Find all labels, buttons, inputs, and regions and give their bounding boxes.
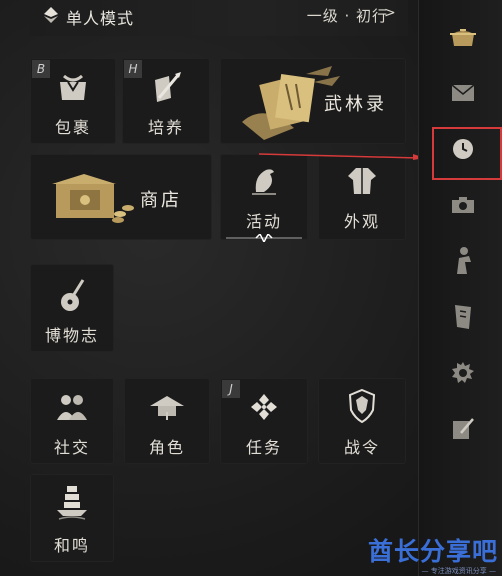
shield-emblem-icon: [348, 388, 376, 424]
edit-note-icon[interactable]: [446, 412, 480, 446]
task-label: 任务: [245, 438, 282, 457]
social-button[interactable]: 社交: [30, 378, 114, 464]
task-button[interactable]: J 任务: [220, 378, 308, 464]
watermark: 酋长分享吧 — 专注游戏资讯分享 —: [358, 532, 502, 576]
wulin-record-label: 武林录: [324, 94, 387, 115]
bag-label: 包裹: [54, 118, 91, 137]
treasure-chest-icon: [52, 174, 134, 223]
package-icon: [60, 74, 86, 100]
cultivate-label: 培养: [147, 118, 184, 137]
battlepass-button[interactable]: 战令: [318, 378, 406, 464]
heming-label: 和鸣: [53, 536, 90, 555]
mode-label[interactable]: 单人模式: [66, 5, 134, 29]
activity-label: 活动: [245, 212, 282, 231]
lute-icon: [61, 279, 85, 311]
hotkey-badge: J: [222, 380, 240, 398]
figure-icon[interactable]: [446, 244, 480, 278]
wulin-record-button[interactable]: 武林录: [220, 58, 406, 144]
ship-icon: [57, 486, 87, 520]
bird-icon: [252, 169, 276, 195]
game-menu-screen: 单人模式 一级 · 初行 > B 包裹 H 培养 武林录 商店 活动 外观 博物…: [0, 0, 502, 576]
character-label: 角色: [148, 438, 185, 457]
selected-glow-indicator: [226, 234, 302, 242]
appearance-label: 外观: [343, 212, 380, 231]
level-label[interactable]: 一级 · 初行: [307, 5, 388, 26]
character-button[interactable]: 角色: [124, 378, 210, 464]
bamboo-hat-icon: [150, 396, 184, 420]
scroll-icon[interactable]: [446, 300, 480, 334]
social-label: 社交: [53, 438, 90, 457]
heming-button[interactable]: 和鸣: [30, 474, 114, 562]
appearance-button[interactable]: 外观: [318, 154, 406, 240]
annotation-arrow: [259, 153, 425, 160]
gear-icon[interactable]: [446, 356, 480, 390]
robe-icon: [348, 168, 376, 194]
people-icon: [57, 395, 87, 420]
highlight-box: [432, 127, 502, 180]
battlepass-label: 战令: [343, 438, 380, 457]
museum-button[interactable]: 博物志: [30, 264, 114, 352]
hotkey-badge: H: [124, 60, 142, 78]
hotkey-badge: B: [32, 60, 50, 78]
shop-label: 商店: [140, 190, 182, 211]
teapot-icon[interactable]: [446, 20, 480, 54]
camera-icon[interactable]: [446, 188, 480, 222]
museum-label: 博物志: [44, 326, 99, 345]
bag-button[interactable]: B 包裹: [30, 58, 116, 144]
watermark-text: 酋长分享吧: [367, 537, 498, 566]
knot-icon: [251, 394, 277, 420]
cultivate-button[interactable]: H 培养: [122, 58, 210, 144]
chevron-right-icon[interactable]: >: [384, 5, 396, 21]
activity-button[interactable]: 活动: [220, 154, 308, 242]
diamond-mode-icon: [44, 7, 58, 23]
shop-button[interactable]: 商店: [30, 154, 212, 240]
book-sword-icon: [155, 72, 181, 102]
watermark-subtext: — 专注游戏资讯分享 —: [421, 567, 496, 575]
mail-icon[interactable]: [446, 76, 480, 110]
